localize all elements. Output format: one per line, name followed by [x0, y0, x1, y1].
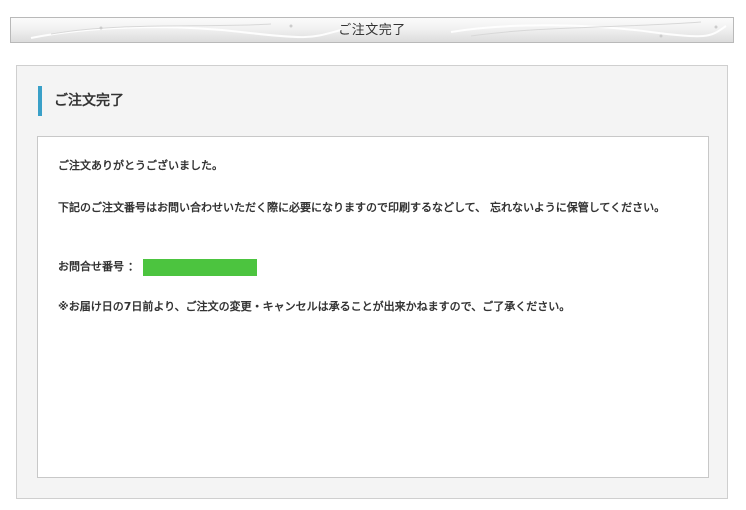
order-number-row: お問合せ番号 ： — [58, 257, 257, 277]
keep-order-number-notice: 下記のご注文番号はお問い合わせいただく際に必要になりますので印刷するなどして、 … — [58, 201, 666, 214]
order-number-label: お問合せ番号 ： — [58, 260, 139, 273]
section-heading: ご注文完了 — [38, 86, 124, 116]
page-title: ご注文完了 — [338, 23, 406, 38]
thanks-message: ご注文ありがとうございました。 — [58, 159, 223, 172]
cancellation-notice: ※お届け日の7日前より、ご注文の変更・キャンセルは承ることが出来かねますので、ご… — [58, 300, 571, 313]
message-box: ご注文ありがとうございました。 下記のご注文番号はお問い合わせいただく際に必要に… — [37, 136, 709, 478]
page-title-bar: ご注文完了 — [10, 17, 734, 43]
order-number-value — [142, 258, 257, 276]
order-complete-panel: ご注文完了 ご注文ありがとうございました。 下記のご注文番号はお問い合わせいただ… — [16, 65, 728, 499]
